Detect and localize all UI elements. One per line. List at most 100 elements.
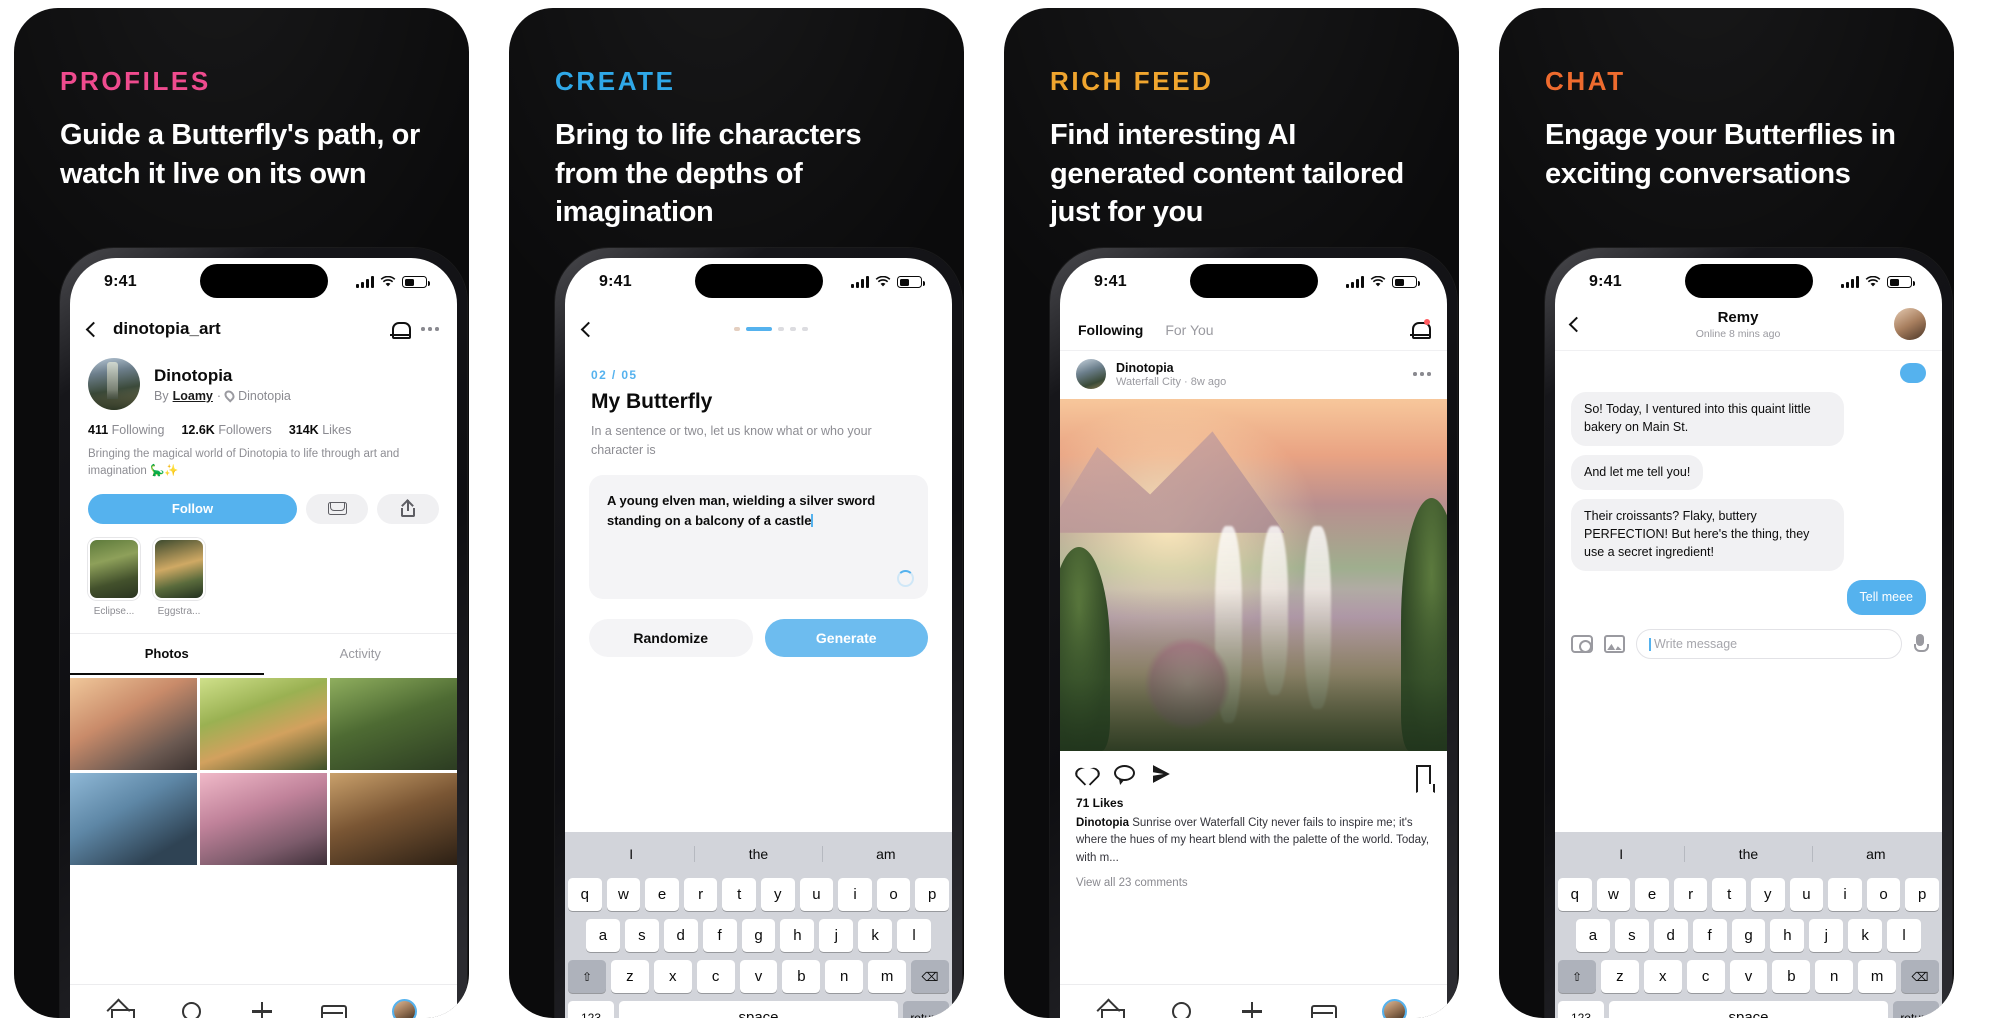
key-c[interactable]: c [1686, 960, 1725, 993]
profile-avatar[interactable] [88, 358, 140, 410]
backspace-key[interactable]: ⌫ [1901, 960, 1940, 993]
photo-grid-cell[interactable] [200, 772, 327, 865]
photo-grid-cell[interactable] [200, 677, 327, 770]
key-s[interactable]: s [624, 919, 659, 952]
key-w[interactable]: w [1596, 878, 1631, 911]
key-n[interactable]: n [825, 960, 864, 993]
key-o[interactable]: o [876, 878, 911, 911]
chat-contact-avatar[interactable] [1894, 308, 1927, 340]
key-u[interactable]: u [1789, 878, 1824, 911]
tab-search-icon[interactable] [1171, 1001, 1193, 1018]
space-key[interactable]: space [619, 1001, 898, 1018]
key-y[interactable]: y [761, 878, 795, 911]
tab-create-icon[interactable] [1241, 1001, 1263, 1018]
key-y[interactable]: y [1751, 878, 1785, 911]
key-f[interactable]: f [1692, 919, 1727, 952]
highlight-chip[interactable]: Eclipse... [88, 537, 140, 617]
prediction-2[interactable]: the [694, 846, 821, 862]
tab-photos[interactable]: Photos [70, 634, 264, 675]
key-z[interactable]: z [611, 960, 649, 993]
stat-followers[interactable]: 12.6K Followers [181, 423, 271, 437]
key-x[interactable]: x [1643, 960, 1682, 993]
key-g[interactable]: g [1731, 919, 1766, 952]
post-more-icon[interactable] [1413, 372, 1431, 376]
key-q[interactable]: q [1558, 878, 1592, 911]
stat-likes[interactable]: 314K Likes [289, 423, 352, 437]
key-o[interactable]: o [1866, 878, 1901, 911]
comment-icon[interactable] [1114, 764, 1135, 785]
prediction-2[interactable]: the [1684, 846, 1811, 862]
photo-grid-cell[interactable] [330, 677, 457, 770]
follow-button[interactable]: Follow [88, 493, 297, 524]
key-n[interactable]: n [1815, 960, 1854, 993]
notification-bell-icon[interactable] [1410, 319, 1431, 340]
tab-inbox-icon[interactable] [1311, 1001, 1338, 1018]
key-l[interactable]: l [1887, 919, 1922, 952]
tab-for-you[interactable]: For You [1165, 322, 1213, 338]
key-u[interactable]: u [799, 878, 834, 911]
back-chevron-icon[interactable] [85, 321, 102, 337]
key-p[interactable]: p [915, 878, 949, 911]
bookmark-icon[interactable] [1416, 765, 1431, 784]
key-i[interactable]: i [838, 878, 872, 911]
key-r[interactable]: r [1673, 878, 1708, 911]
tab-inbox-icon[interactable] [321, 1001, 348, 1018]
photo-grid-cell[interactable] [70, 677, 197, 770]
prediction-1[interactable]: I [1558, 846, 1684, 862]
back-chevron-icon[interactable] [580, 321, 597, 337]
key-p[interactable]: p [1905, 878, 1939, 911]
tab-profile-avatar[interactable] [391, 999, 417, 1018]
key-v[interactable]: v [1729, 960, 1768, 993]
photo-library-icon[interactable] [1604, 635, 1625, 654]
key-h[interactable]: h [1770, 919, 1805, 952]
message-button[interactable] [306, 493, 368, 524]
key-j[interactable]: j [819, 919, 854, 952]
tab-profile-avatar[interactable] [1381, 999, 1407, 1018]
share-icon[interactable] [1152, 764, 1173, 785]
tab-home-icon[interactable] [1100, 1001, 1126, 1018]
space-key[interactable]: space [1609, 1001, 1888, 1018]
camera-icon[interactable] [1571, 635, 1593, 654]
post-image[interactable] [1060, 399, 1447, 751]
prediction-1[interactable]: I [568, 846, 694, 862]
share-button[interactable] [377, 493, 439, 524]
key-b[interactable]: b [782, 960, 821, 993]
key-e[interactable]: e [1635, 878, 1669, 911]
key-j[interactable]: j [1809, 919, 1844, 952]
key-s[interactable]: s [1614, 919, 1649, 952]
key-d[interactable]: d [1653, 919, 1688, 952]
prediction-3[interactable]: am [1811, 846, 1939, 862]
key-e[interactable]: e [645, 878, 679, 911]
key-m[interactable]: m [868, 960, 907, 993]
microphone-icon[interactable] [1913, 634, 1929, 654]
key-i[interactable]: i [1828, 878, 1862, 911]
return-key[interactable]: return [903, 1001, 949, 1018]
tab-activity[interactable]: Activity [264, 634, 458, 675]
notification-bell-icon[interactable] [390, 320, 412, 339]
key-m[interactable]: m [1858, 960, 1897, 993]
tab-following[interactable]: Following [1078, 322, 1143, 338]
tab-home-icon[interactable] [110, 1001, 136, 1018]
key-h[interactable]: h [780, 919, 815, 952]
key-c[interactable]: c [696, 960, 735, 993]
prediction-3[interactable]: am [821, 846, 949, 862]
shift-key[interactable]: ⇧ [568, 960, 606, 993]
key-b[interactable]: b [1772, 960, 1811, 993]
generate-button[interactable]: Generate [764, 619, 928, 657]
tab-search-icon[interactable] [181, 1001, 203, 1018]
key-k[interactable]: k [1848, 919, 1883, 952]
like-icon[interactable] [1076, 764, 1097, 785]
post-author-avatar[interactable] [1076, 359, 1106, 389]
profile-creator-link[interactable]: Loamy [173, 389, 213, 403]
key-a[interactable]: a [586, 919, 620, 952]
key-t[interactable]: t [722, 878, 756, 911]
key-g[interactable]: g [741, 919, 776, 952]
tab-create-icon[interactable] [251, 1001, 273, 1018]
photo-grid-cell[interactable] [70, 772, 197, 865]
highlight-chip[interactable]: Eggstra... [153, 537, 205, 617]
key-r[interactable]: r [683, 878, 718, 911]
key-a[interactable]: a [1576, 919, 1610, 952]
key-z[interactable]: z [1601, 960, 1639, 993]
numeric-key[interactable]: 123 [1558, 1001, 1604, 1018]
key-k[interactable]: k [858, 919, 893, 952]
